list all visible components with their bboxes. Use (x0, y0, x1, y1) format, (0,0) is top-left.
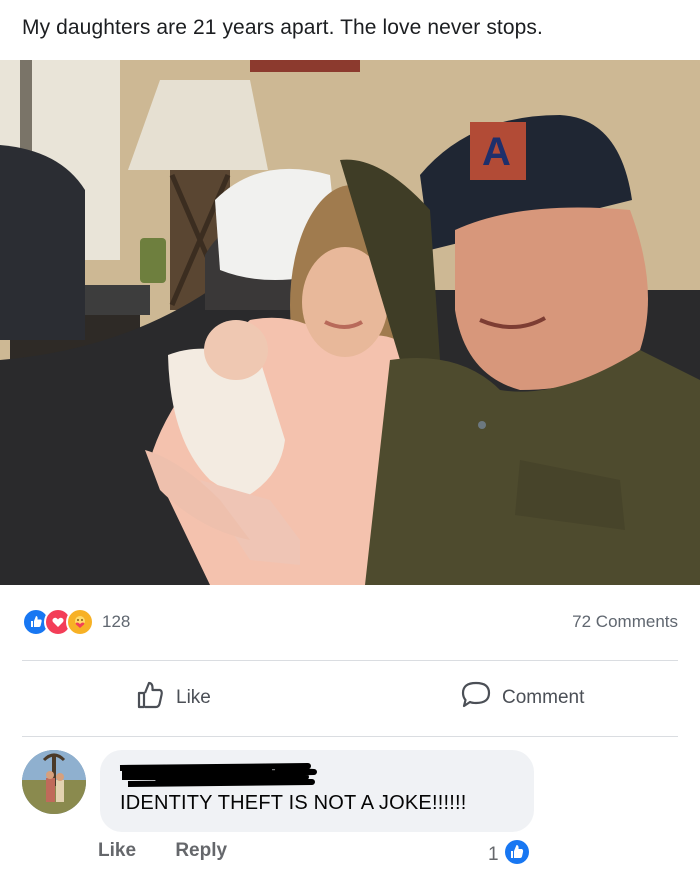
comment-button[interactable]: Comment (460, 680, 584, 716)
comment-reaction-number: 1 (488, 844, 499, 865)
like-button[interactable]: Like (134, 679, 211, 717)
post-stats: 128 72 Comments (22, 606, 678, 638)
like-icon (504, 840, 529, 870)
like-button-label: Like (176, 687, 211, 708)
comment-reaction-count[interactable]: 1 (488, 840, 529, 870)
comment-actions: Like Reply (98, 840, 261, 862)
svg-text:A: A (482, 130, 511, 174)
divider (22, 736, 678, 737)
comment-text: IDENTITY THEFT IS NOT A JOKE!!!!!! (120, 792, 467, 814)
comment-button-label: Comment (502, 687, 585, 708)
post-photo[interactable]: A (0, 60, 700, 585)
commenter-avatar[interactable] (22, 750, 86, 814)
post-caption: My daughters are 21 years apart. The lov… (22, 16, 543, 39)
comment-reply-link[interactable]: Reply (175, 840, 227, 861)
reactions-summary[interactable]: 128 (22, 608, 130, 636)
redacted-name-scribble (119, 763, 317, 787)
comment-bubble-icon (460, 680, 492, 716)
comment-like-link[interactable]: Like (98, 840, 136, 861)
divider (22, 660, 678, 661)
photo-illustration: A (0, 60, 700, 585)
comments-count-link[interactable]: 72 Comments (572, 612, 678, 632)
post-actions-bar: Like Comment (0, 670, 700, 726)
care-icon (66, 608, 94, 636)
comment-bubble: IDENTITY THEFT IS NOT A JOKE!!!!!! (100, 750, 534, 832)
reaction-count: 128 (102, 612, 131, 631)
thumbs-up-icon (134, 679, 166, 717)
comment-item: IDENTITY THEFT IS NOT A JOKE!!!!!! (22, 750, 678, 834)
